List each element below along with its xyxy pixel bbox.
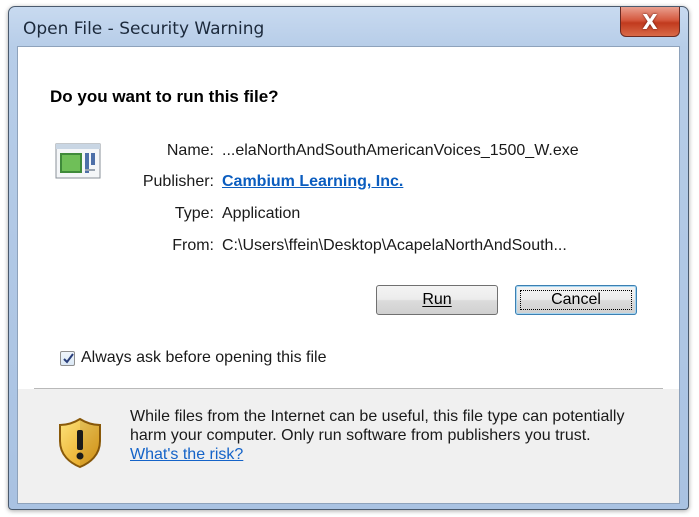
dialog-content: Do you want to run this file? Name: ...e… xyxy=(17,46,680,504)
warning-text-block: While files from the Internet can be use… xyxy=(130,407,630,464)
publisher-link[interactable]: Cambium Learning, Inc. xyxy=(222,173,403,191)
warning-text: While files from the Internet can be use… xyxy=(130,408,625,444)
name-value: ...elaNorthAndSouthAmericanVoices_1500_W… xyxy=(222,142,579,159)
check-icon xyxy=(63,352,74,364)
security-warning-dialog: Open File - Security Warning X Do you wa… xyxy=(8,6,689,510)
security-shield-icon xyxy=(59,417,101,469)
type-label: Type: xyxy=(174,205,214,222)
from-value: C:\Users\ffein\Desktop\AcapelaNorthAndSo… xyxy=(222,237,567,254)
title-bar[interactable]: Open File - Security Warning X xyxy=(9,7,688,47)
whats-the-risk-link[interactable]: What's the risk? xyxy=(130,446,243,463)
warning-footer: While files from the Internet can be use… xyxy=(18,389,679,503)
window-title: Open File - Security Warning xyxy=(23,19,265,39)
run-button[interactable]: Run xyxy=(376,285,498,315)
close-button[interactable]: X xyxy=(620,7,680,37)
close-icon: X xyxy=(642,9,658,34)
always-ask-label: Always ask before opening this file xyxy=(81,349,327,366)
from-label: From: xyxy=(172,237,214,254)
name-label: Name: xyxy=(166,142,214,159)
always-ask-checkbox-row[interactable]: Always ask before opening this file xyxy=(60,349,326,367)
focus-rectangle xyxy=(520,290,632,310)
publisher-label: Publisher: xyxy=(142,173,214,190)
run-button-label: Run xyxy=(422,291,452,308)
cancel-button[interactable]: Cancel xyxy=(515,285,637,315)
type-value: Application xyxy=(222,205,301,222)
always-ask-checkbox[interactable] xyxy=(60,350,75,366)
dialog-heading: Do you want to run this file? xyxy=(50,87,279,106)
